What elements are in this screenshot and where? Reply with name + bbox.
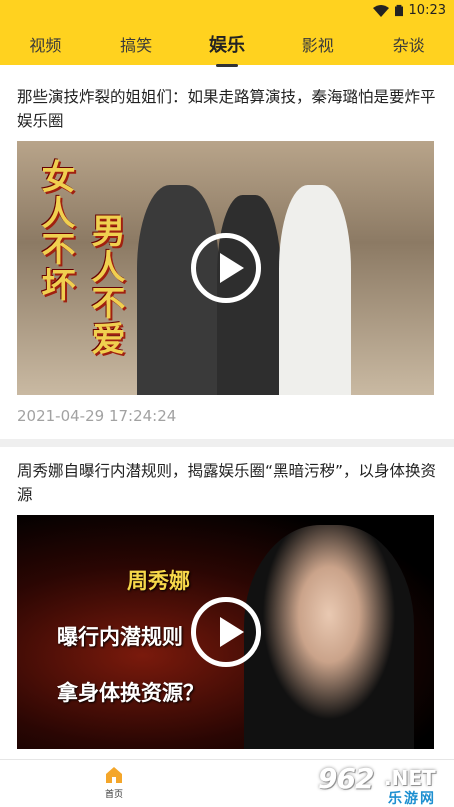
tab-funny[interactable]: 搞笑	[112, 26, 160, 62]
video-thumbnail[interactable]: 周秀娜 曝行内潜规则 拿身体换资源？	[17, 515, 434, 749]
watermark-net: .NET	[384, 766, 436, 790]
play-icon[interactable]	[190, 233, 261, 303]
tab-misc[interactable]: 杂谈	[385, 26, 433, 62]
thumbnail-caption: 周秀娜	[127, 569, 190, 593]
top-header: 10:23 视频 搞笑 娱乐 影视 杂谈	[0, 0, 454, 65]
site-watermark: 962 .NET 乐游网	[318, 762, 448, 807]
article-title[interactable]: 周秀娜自曝行内潜规则，揭露娱乐圈“黑暗污秽”，以身体换资源	[17, 459, 437, 507]
watermark-brand: 962	[318, 762, 374, 795]
tab-entertainment[interactable]: 娱乐	[203, 25, 251, 63]
watermark-sub: 乐游网	[388, 791, 436, 807]
thumbnail-caption: 男人不爱	[85, 213, 125, 357]
nav-item-home-label: 首页	[104, 790, 123, 800]
video-thumbnail[interactable]: 女人不坏 男人不爱	[17, 141, 434, 395]
thumbnail-caption: 女人不坏	[35, 159, 75, 303]
bottom-nav: 首页 962 .NET 乐游网	[0, 759, 454, 807]
thumbnail-figure	[244, 525, 414, 749]
status-right: 10:23	[372, 3, 446, 18]
tab-video[interactable]: 视频	[21, 26, 69, 62]
nav-item-home[interactable]: 首页	[100, 766, 128, 800]
divider	[0, 439, 454, 447]
article-timestamp: 2021-04-29 17:24:24	[17, 407, 177, 425]
thumbnail-figure	[279, 185, 351, 395]
thumbnail-caption: 曝行内潜规则	[57, 625, 183, 649]
category-tabs: 视频 搞笑 娱乐 影视 杂谈	[0, 24, 454, 64]
thumbnail-caption: 拿身体换资源？	[57, 681, 204, 705]
home-icon	[106, 767, 122, 783]
battery-icon	[394, 4, 403, 17]
status-bar: 10:23	[0, 0, 454, 24]
status-time: 10:23	[408, 3, 446, 18]
wifi-icon	[372, 4, 389, 17]
tab-film[interactable]: 影视	[294, 26, 342, 62]
news-feed: 那些演技炸裂的姐姐们：如果走路算演技，秦海璐怕是要炸平娱乐圈 女人不坏 男人不爱…	[0, 73, 454, 757]
play-icon[interactable]	[190, 597, 261, 667]
article-title[interactable]: 那些演技炸裂的姐姐们：如果走路算演技，秦海璐怕是要炸平娱乐圈	[17, 85, 437, 133]
thumbnail-captions: 周秀娜 曝行内潜规则 拿身体换资源？	[47, 565, 204, 707]
list-item[interactable]: 那些演技炸裂的姐姐们：如果走路算演技，秦海璐怕是要炸平娱乐圈 女人不坏 男人不爱…	[0, 73, 454, 439]
list-item[interactable]: 周秀娜自曝行内潜规则，揭露娱乐圈“黑暗污秽”，以身体换资源 周秀娜 曝行内潜规则…	[0, 447, 454, 757]
